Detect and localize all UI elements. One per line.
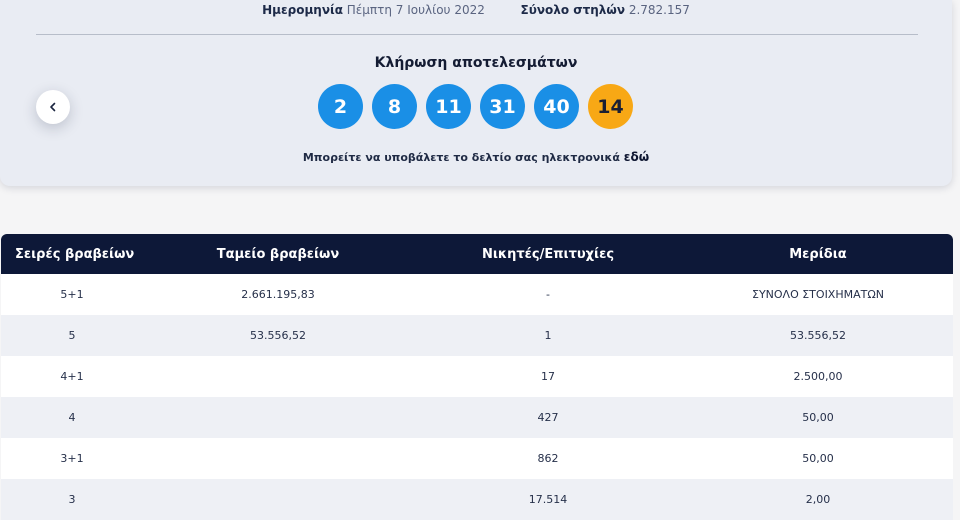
header-prize-tiers: Σειρές βραβείων	[15, 246, 135, 262]
share-cell: 2.500,00	[793, 370, 843, 383]
submit-online-text: Μπορείτε να υποβάλετε το δελτίο σας ηλεκ…	[0, 150, 952, 164]
number-ball: 2	[318, 84, 363, 129]
tier-cell: 4+1	[60, 370, 84, 383]
winners-cell: 862	[537, 452, 559, 465]
tier-cell: 4	[68, 411, 76, 424]
date-label: Ημερομηνία	[262, 3, 343, 17]
table-row: 4 427 50,00	[1, 397, 953, 438]
tier-cell: 5+1	[60, 288, 84, 301]
winning-numbers: 2 8 11 31 40 14	[318, 84, 633, 129]
header-shares: Μερίδια	[789, 246, 847, 262]
table-row: 5 53.556,52 1 53.556,52	[1, 315, 953, 356]
number-ball: 11	[426, 84, 471, 129]
draw-title: Κλήρωση αποτελεσμάτων	[374, 55, 578, 71]
tier-cell: 3+1	[60, 452, 84, 465]
winners-cell: -	[546, 288, 550, 301]
chevron-left-icon	[50, 102, 56, 112]
header-prize-fund: Ταμείο βραβείων	[216, 246, 340, 262]
number-ball: 8	[372, 84, 417, 129]
table-row: 3+1 862 50,00	[1, 438, 953, 479]
table-row: 5+1 2.661.195,83 - ΣΥΝΟΛΟ ΣΤΟΙΧΗΜΑΤΩΝ	[1, 274, 953, 315]
table-body: 5+1 2.661.195,83 - ΣΥΝΟΛΟ ΣΤΟΙΧΗΜΑΤΩΝ 5 …	[1, 274, 953, 520]
winners-cell: 17	[541, 370, 555, 383]
winners-cell: 1	[544, 329, 552, 342]
header-winners: Νικητές/Επιτυχίες	[481, 246, 615, 262]
tier-cell: 3	[68, 493, 76, 506]
table-header: Σειρές βραβείων Ταμείο βραβείων Νικητές/…	[1, 234, 953, 274]
draw-meta: Ημερομηνία Πέμπτη 7 Ιουλίου 2022 Σύνολο …	[0, 3, 952, 17]
share-cell: 53.556,52	[790, 329, 846, 342]
submit-text: Μπορείτε να υποβάλετε το δελτίο σας ηλεκ…	[302, 151, 620, 164]
number-ball: 31	[480, 84, 525, 129]
columns-value: 2.782.157	[628, 3, 690, 17]
share-cell: 50,00	[802, 411, 834, 424]
share-cell: 2,00	[805, 493, 831, 506]
submit-here-link[interactable]: εδώ	[624, 150, 649, 164]
previous-draw-button[interactable]	[36, 90, 70, 124]
prize-table: Σειρές βραβείων Ταμείο βραβείων Νικητές/…	[1, 234, 953, 520]
draw-results-card: Ημερομηνία Πέμπτη 7 Ιουλίου 2022 Σύνολο …	[0, 0, 952, 186]
number-ball: 40	[534, 84, 579, 129]
columns-label: Σύνολο στηλών	[520, 3, 625, 17]
winners-cell: 17.514	[528, 493, 568, 506]
table-row: 4+1 17 2.500,00	[1, 356, 953, 397]
table-row: 3 17.514 2,00	[1, 479, 953, 520]
share-cell: 50,00	[802, 452, 834, 465]
share-cell: ΣΥΝΟΛΟ ΣΤΟΙΧΗΜΑΤΩΝ	[752, 288, 884, 301]
date-value: Πέμπτη 7 Ιουλίου 2022	[346, 3, 485, 17]
winners-cell: 427	[537, 411, 559, 424]
fund-cell: 53.556,52	[250, 329, 306, 342]
bonus-ball: 14	[588, 84, 633, 129]
divider	[36, 34, 918, 35]
fund-cell: 2.661.195,83	[241, 288, 315, 301]
tier-cell: 5	[68, 329, 76, 342]
